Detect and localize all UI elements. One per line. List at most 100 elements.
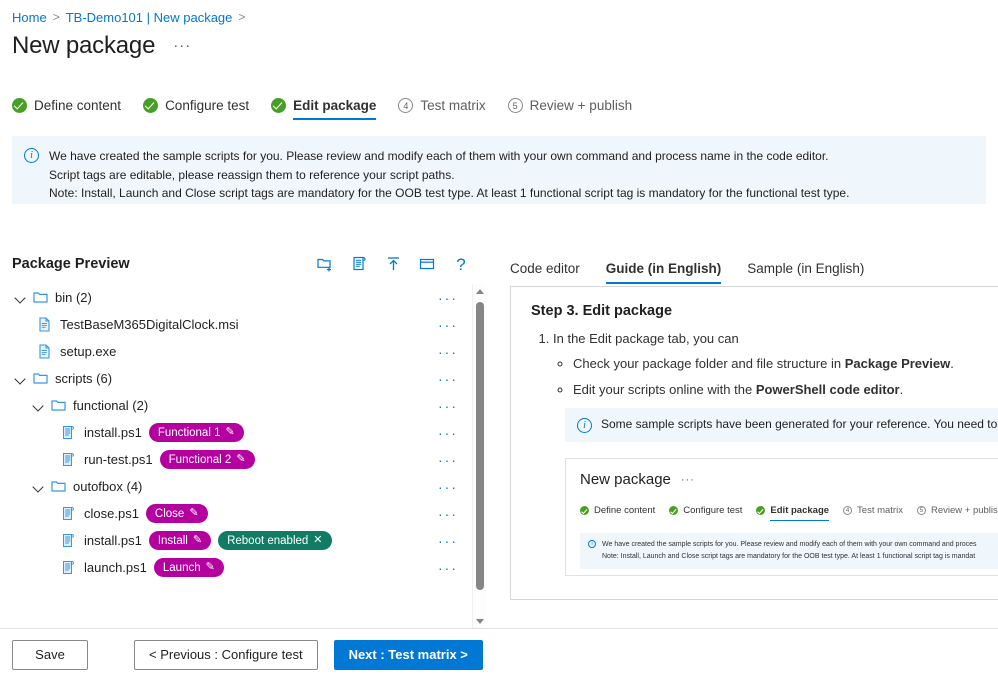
chevron-down-icon[interactable] [14,291,28,305]
script-tag-close[interactable]: Close ✎ [145,504,208,523]
wizard-step-configure-test[interactable]: Configure test [143,98,249,120]
package-tree: bin (2) ··· TestBaseM365DigitalClock.msi… [0,284,498,581]
scrollbar-up-arrow[interactable] [473,284,486,298]
info-banner-text: We have created the sample scripts for y… [49,147,849,203]
step-label: Define content [594,505,656,516]
chevron-down-icon[interactable] [32,399,46,413]
guide-screenshot-step-configure-test: Configure test [669,505,742,521]
tree-row-label: launch.ps1 [84,560,147,575]
package-preview-header: Package Preview ? [0,240,498,284]
tree-row-functional-install[interactable]: install.ps1 Functional 1 ✎ ··· [0,419,498,446]
next-button[interactable]: Next : Test matrix > [333,639,483,670]
package-tree-container: bin (2) ··· TestBaseM365DigitalClock.msi… [0,284,498,628]
chevron-down-icon[interactable] [32,480,46,494]
close-icon[interactable]: ✕ [313,535,322,546]
script-icon [62,452,78,468]
script-icon [62,533,78,549]
upload-icon[interactable] [384,255,402,273]
tag-label: Close [154,507,185,520]
help-icon[interactable]: ? [452,255,470,273]
tree-row-menu-button[interactable]: ··· [436,291,460,305]
tab-guide[interactable]: Guide (in English) [605,261,721,284]
file-icon [38,317,54,333]
script-tag-install[interactable]: Install ✎ [148,531,212,550]
tab-sample[interactable]: Sample (in English) [747,261,864,284]
tree-row-functional-run-test[interactable]: run-test.ps1 Functional 2 ✎ ··· [0,446,498,473]
folder-icon [33,290,49,306]
guide-screenshot-title-row: New package ··· [580,471,998,488]
wizard-step-define-content[interactable]: Define content [12,98,121,120]
tree-row-testbase-msi[interactable]: TestBaseM365DigitalClock.msi ··· [0,311,498,338]
tree-row-menu-button[interactable]: ··· [436,534,460,548]
wizard-step-test-matrix[interactable]: 4 Test matrix [398,98,486,120]
edit-pencil-icon[interactable]: ✎ [206,562,215,573]
wizard-step-label: Configure test [165,98,250,113]
tree-row-outofbox-install[interactable]: install.ps1 Install ✎ Reboot enabled ✕ ·… [0,527,498,554]
previous-button[interactable]: < Previous : Configure test [134,639,318,670]
breadcrumb-separator-2: > [238,10,246,24]
tree-row-label: close.ps1 [84,506,139,521]
tree-row-scripts[interactable]: scripts (6) ··· [0,365,498,392]
tag-label: Functional 2 [168,453,232,466]
folder-icon [51,398,67,414]
wizard-step-edit-package[interactable]: Edit package [271,98,377,120]
tree-row-label: TestBaseM365DigitalClock.msi [60,317,239,332]
tree-row-menu-button[interactable]: ··· [436,561,460,575]
tag-label: Launch [162,561,201,574]
tree-row-setup-exe[interactable]: setup.exe ··· [0,338,498,365]
edit-pencil-icon[interactable]: ✎ [225,427,234,438]
guide-list-item-1: In the Edit package tab, you can Check y… [553,331,998,397]
scrollbar-down-arrow[interactable] [473,614,486,628]
tree-row-outofbox-launch[interactable]: launch.ps1 Launch ✎ ··· [0,554,498,581]
tree-row-menu-button[interactable]: ··· [436,480,460,494]
package-tree-scrollbar[interactable] [472,284,486,628]
wizard-step-label: Edit package [293,98,377,113]
edit-pencil-icon[interactable]: ✎ [189,508,198,519]
new-folder-icon[interactable] [316,255,334,273]
tree-row-outofbox[interactable]: outofbox (4) ··· [0,473,498,500]
wizard-step-label: Review + publish [529,98,633,113]
page-more-menu-button[interactable]: ··· [169,38,195,53]
tree-row-menu-button[interactable]: ··· [436,345,460,359]
package-preview-pane: Package Preview ? bin (2) ··· TestBaseM3… [0,240,498,628]
script-tag-functional-1[interactable]: Functional 1 ✎ [148,423,244,442]
tree-row-menu-button[interactable]: ··· [436,372,460,386]
tree-row-menu-button[interactable]: ··· [436,318,460,332]
step-label: Review + publish [930,505,998,516]
script-tag-functional-2[interactable]: Functional 2 ✎ [159,450,255,469]
save-button[interactable]: Save [12,639,88,670]
tree-row-functional[interactable]: functional (2) ··· [0,392,498,419]
tab-code-editor[interactable]: Code editor [510,261,580,284]
edit-pencil-icon[interactable]: ✎ [193,535,202,546]
tree-row-bin[interactable]: bin (2) ··· [0,284,498,311]
script-tag-reboot-enabled[interactable]: Reboot enabled ✕ [218,531,332,550]
guide-screenshot-step-test-matrix: 4 Test matrix [843,505,903,521]
scrollbar-thumb[interactable] [476,302,484,590]
wizard-step-label: Define content [34,98,122,113]
guide-screenshot-banner-text: We have created the sample scripts for y… [602,539,977,563]
chevron-down-icon[interactable] [14,372,28,386]
guide-note-banner: i Some sample scripts have been generate… [565,408,998,442]
check-icon [271,98,287,113]
guide-bullet-list: Check your package folder and file struc… [573,356,998,397]
script-tag-launch[interactable]: Launch ✎ [153,558,224,577]
folder-icon [51,479,67,495]
rename-window-icon[interactable] [418,255,436,273]
breadcrumb-separator: > [52,10,60,24]
breadcrumb-item-home[interactable]: Home [12,10,47,25]
tree-row-menu-button[interactable]: ··· [436,507,460,521]
edit-pencil-icon[interactable]: ✎ [236,454,245,465]
tree-row-outofbox-close[interactable]: close.ps1 Close ✎ ··· [0,500,498,527]
info-icon: i [577,418,592,433]
tree-row-menu-button[interactable]: ··· [436,426,460,440]
new-script-icon[interactable] [350,255,368,273]
breadcrumb: Home > TB-Demo101 | New package > [0,0,998,26]
tree-row-menu-button[interactable]: ··· [436,453,460,467]
breadcrumb-item-project[interactable]: TB-Demo101 | New package [66,10,233,25]
guide-screenshot-banner-line-1: We have created the sample scripts for y… [602,541,977,548]
tag-label: Functional 1 [157,426,221,439]
page-title-row: New package ··· [0,26,998,64]
tree-row-menu-button[interactable]: ··· [436,399,460,413]
wizard-step-review-publish[interactable]: 5 Review + publish [507,98,633,120]
guide-pane: Code editor Guide (in English) Sample (i… [498,240,998,628]
